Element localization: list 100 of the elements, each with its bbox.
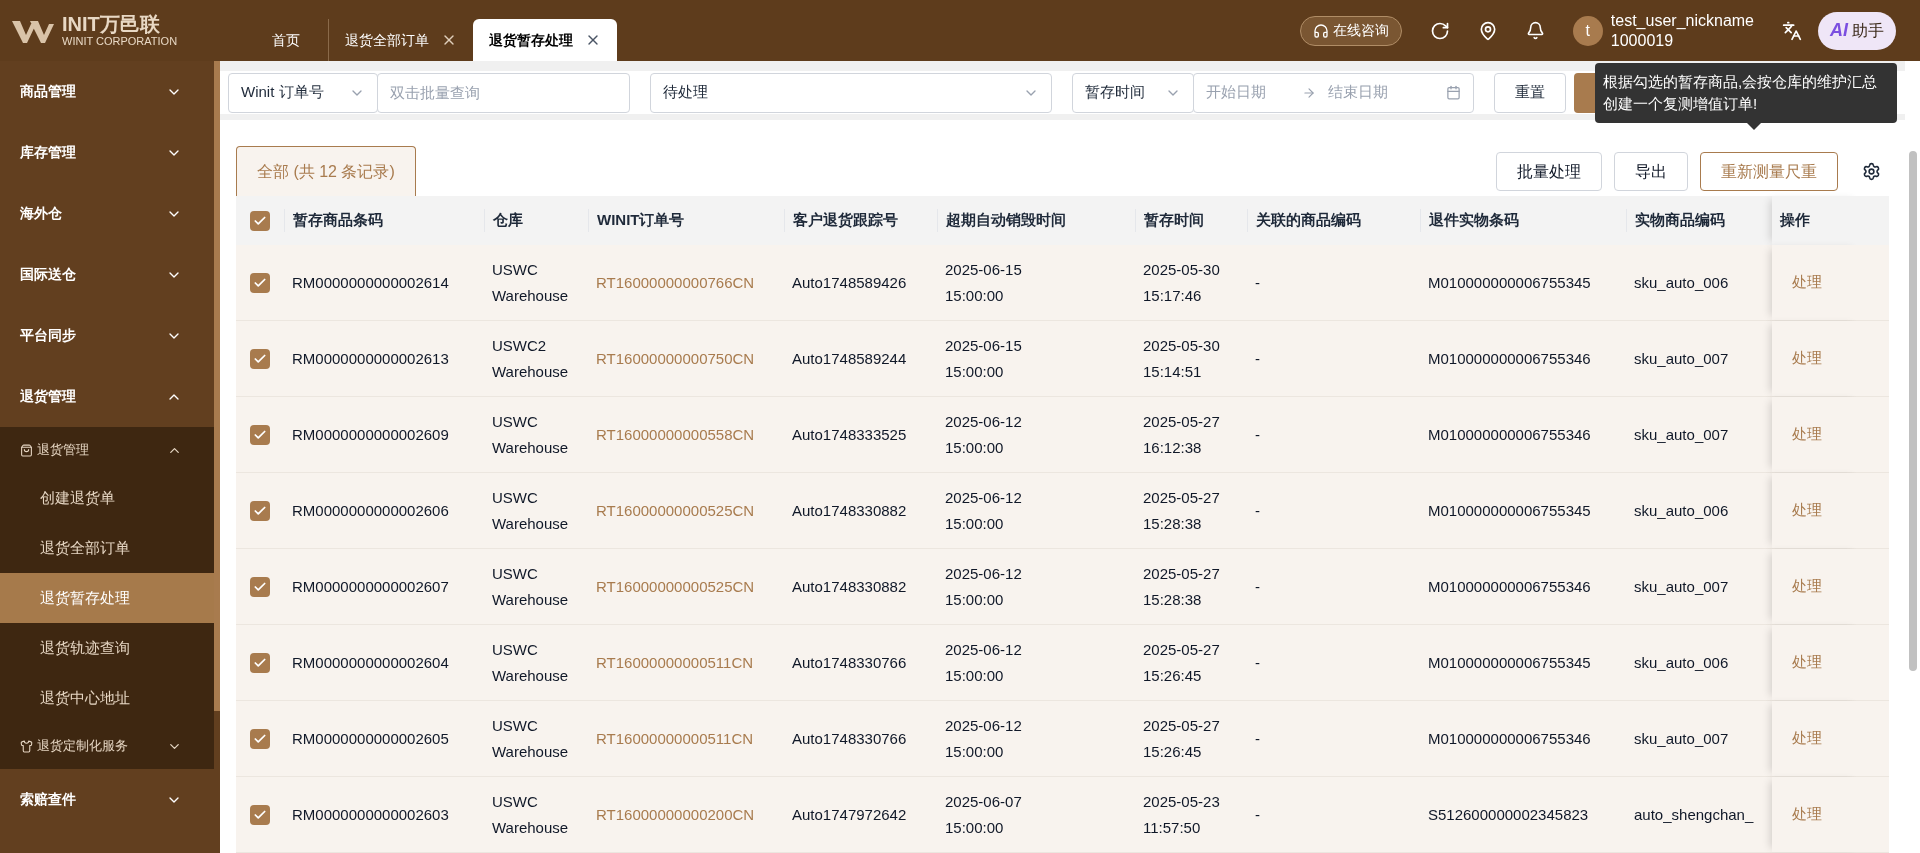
table-cell: RM0000000000002604	[292, 653, 449, 671]
table-cell: 2025-06-12 15:00:00	[945, 564, 1022, 608]
notification-icon[interactable]	[1525, 21, 1545, 40]
table-cell: USWC Warehouse	[492, 640, 569, 684]
row-checkbox[interactable]	[250, 272, 270, 293]
order-link[interactable]: RT16000000000525CN	[596, 577, 755, 595]
table-cell: USWC Warehouse	[492, 564, 569, 608]
column-header: 超期自动销毁时间	[946, 211, 1066, 229]
refresh-icon[interactable]	[1429, 20, 1450, 41]
sidebar-link[interactable]: 创建退货单	[0, 473, 214, 523]
table-cell: M010000000006755346	[1428, 425, 1591, 443]
table-cell: 2025-05-30 15:17:46	[1143, 260, 1220, 304]
page-tab[interactable]: 首页	[244, 19, 328, 61]
table-cell: Auto1748330766	[792, 653, 907, 671]
select-all-checkbox[interactable]	[250, 210, 270, 231]
table-cell: sku_auto_007	[1634, 349, 1729, 367]
order-link[interactable]: RT16000000000558CN	[596, 425, 755, 443]
logo-subtitle: WINIT CORPORATION	[62, 36, 178, 47]
table-cell: USWC Warehouse	[492, 260, 569, 304]
row-checkbox[interactable]	[250, 500, 270, 521]
sidebar-menu-item[interactable]: 库存管理	[0, 122, 214, 183]
table-cell: 2025-06-15 15:00:00	[945, 260, 1022, 304]
sidebar-menu-item[interactable]: 退货管理	[0, 366, 214, 427]
settings-icon[interactable]	[1862, 162, 1881, 181]
table-cell: USWC2 Warehouse	[492, 336, 569, 380]
row-checkbox[interactable]	[250, 804, 270, 825]
sidebar-link[interactable]: 退货暂存处理	[0, 573, 214, 623]
table-cell: -	[1255, 653, 1260, 671]
table-cell: Auto1748330882	[792, 577, 907, 595]
row-checkbox[interactable]	[250, 424, 270, 445]
table-cell: USWC Warehouse	[492, 488, 569, 532]
calendar-icon	[1446, 85, 1461, 100]
table-cell: sku_auto_006	[1634, 653, 1729, 671]
table-cell: USWC Warehouse	[492, 412, 569, 456]
table-cell: 2025-06-12 15:00:00	[945, 488, 1022, 532]
table-cell: 2025-05-27 15:26:45	[1143, 640, 1220, 684]
table-cell: M010000000006755346	[1428, 349, 1591, 367]
row-checkbox[interactable]	[250, 576, 270, 597]
sidebar-scrollbar[interactable]	[214, 61, 220, 711]
row-checkbox[interactable]	[250, 348, 270, 369]
sidebar-menu-item[interactable]: 索赔查件	[0, 769, 214, 830]
table-cell: 2025-06-12 15:00:00	[945, 640, 1022, 684]
order-link[interactable]: RT16000000000750CN	[596, 349, 755, 367]
order-link[interactable]: RT16000000000766CN	[596, 273, 755, 291]
table-cell: 2025-06-12 15:00:00	[945, 412, 1022, 456]
table-cell: 2025-05-27 15:28:38	[1143, 564, 1220, 608]
translate-icon[interactable]	[1782, 20, 1802, 41]
table-cell: 2025-05-23 11:57:50	[1143, 792, 1220, 836]
records-tab[interactable]: 全部 (共 12 条记录)	[236, 146, 416, 196]
table-cell: Auto1747972642	[792, 805, 907, 823]
table-cell: 2025-05-27 16:12:38	[1143, 412, 1220, 456]
toolbar-button[interactable]: 导出	[1614, 152, 1688, 191]
sidebar-menu-item[interactable]: 国际送仓	[0, 244, 214, 305]
sidebar-submenu-item[interactable]: 退货管理	[0, 427, 214, 473]
sidebar-menu-item[interactable]: 平台同步	[0, 305, 214, 366]
table-cell: sku_auto_007	[1634, 577, 1729, 595]
column-header: 实物商品编码	[1635, 211, 1725, 229]
scrollbar-thumb[interactable]	[1908, 151, 1917, 671]
reset-button[interactable]: 重置	[1494, 72, 1566, 113]
table-cell: -	[1255, 273, 1260, 291]
table-cell: sku_auto_006	[1634, 273, 1729, 291]
ai-label: 助手	[1852, 20, 1884, 41]
toolbar-button[interactable]: 重新测量尺重	[1700, 152, 1838, 191]
sidebar-link[interactable]: 退货轨迹查询	[0, 623, 214, 673]
order-link[interactable]: RT16000000000511CN	[596, 729, 754, 747]
order-type-select[interactable]: Winit 订单号	[228, 72, 378, 113]
order-link[interactable]: RT16000000000200CN	[596, 805, 755, 823]
sidebar-menu-item[interactable]: 海外仓	[0, 183, 214, 244]
table-cell: -	[1255, 577, 1260, 595]
user-avatar[interactable]: t	[1572, 15, 1603, 46]
table-cell: 2025-06-12 15:00:00	[945, 716, 1022, 760]
sidebar-menu-item[interactable]: 商品管理	[0, 61, 214, 122]
sidebar-link[interactable]: 退货全部订单	[0, 523, 214, 573]
status-select[interactable]: 待处理	[650, 72, 1052, 113]
table-cell: 2025-05-30 15:14:51	[1143, 336, 1220, 380]
page-tab[interactable]: 退货暂存处理	[473, 19, 617, 61]
table-cell: -	[1255, 349, 1260, 367]
table-cell: M010000000006755346	[1428, 577, 1591, 595]
batch-search-field[interactable]: 双击批量查询	[377, 72, 630, 113]
online-consult-button[interactable]: 在线咨询	[1299, 15, 1402, 46]
row-checkbox[interactable]	[250, 728, 270, 749]
table-cell: RM0000000000002613	[292, 349, 449, 367]
table-cell: Auto1748330882	[792, 501, 907, 519]
row-checkbox[interactable]	[250, 652, 270, 673]
table-cell: USWC Warehouse	[492, 792, 569, 836]
sidebar-submenu-item[interactable]: 退货定制化服务	[0, 723, 214, 769]
table-cell: RM0000000000002605	[292, 729, 449, 747]
table-cell: Auto1748589426	[792, 273, 907, 291]
column-header: 关联的商品编码	[1256, 211, 1361, 229]
order-link[interactable]: RT16000000000511CN	[596, 653, 754, 671]
sidebar-link[interactable]: 退货中心地址	[0, 673, 214, 723]
column-header: 客户退货跟踪号	[793, 211, 898, 229]
toolbar-button[interactable]: 批量处理	[1496, 152, 1602, 191]
order-link[interactable]: RT16000000000525CN	[596, 501, 755, 519]
table-cell: 2025-05-27 15:28:38	[1143, 488, 1220, 532]
ai-assistant-button[interactable]: AI 助手	[1818, 11, 1896, 50]
time-type-select[interactable]: 暂存时间	[1072, 72, 1194, 113]
table-cell: 2025-05-27 15:26:45	[1143, 716, 1220, 760]
column-header: 退件实物条码	[1429, 211, 1519, 229]
column-header: WINIT订单号	[597, 211, 685, 229]
